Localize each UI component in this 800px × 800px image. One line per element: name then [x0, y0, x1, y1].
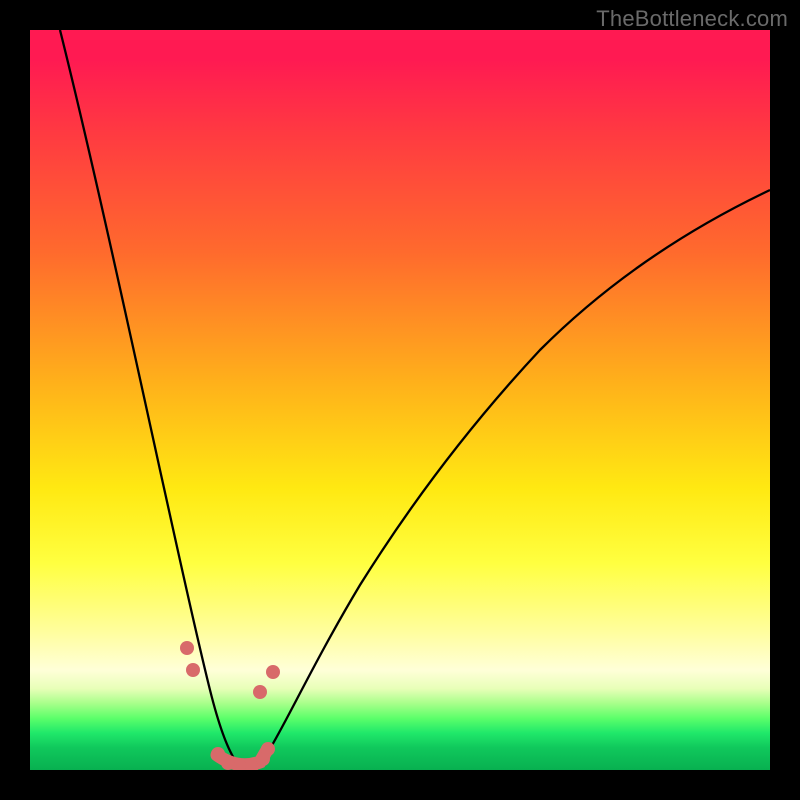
watermark-text: TheBottleneck.com [596, 6, 788, 32]
marker-dot [221, 756, 235, 770]
curves-layer [30, 30, 770, 770]
chart-frame: TheBottleneck.com [0, 0, 800, 800]
marker-dot [186, 663, 200, 677]
curve-left-branch [60, 30, 248, 770]
curve-right-branch [248, 190, 770, 770]
marker-dot [266, 665, 280, 679]
marker-dot [253, 685, 267, 699]
marker-dot [261, 742, 275, 756]
plot-area [30, 30, 770, 770]
marker-dot [180, 641, 194, 655]
